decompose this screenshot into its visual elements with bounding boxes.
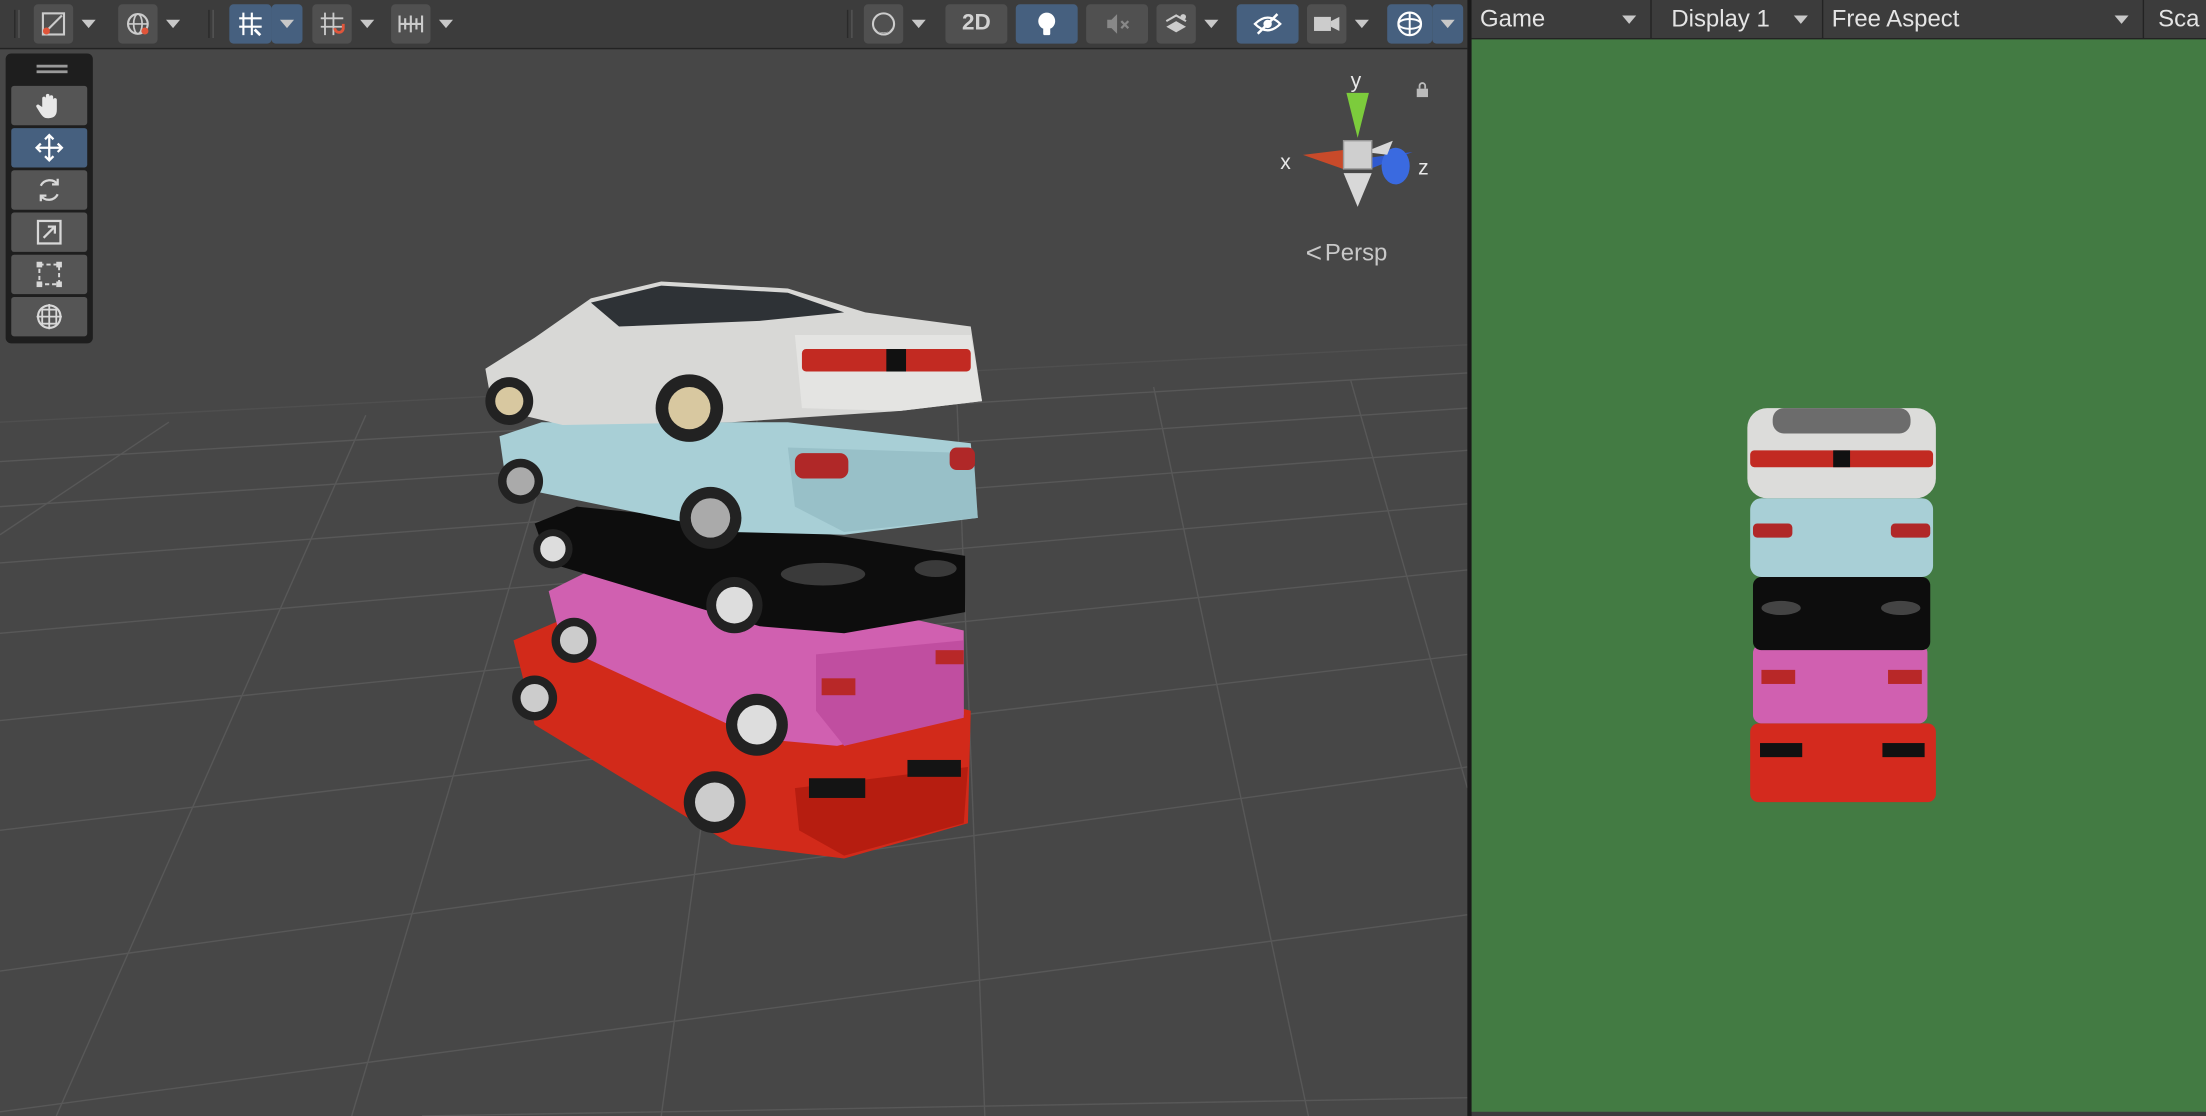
panel-grip[interactable] [36,64,68,68]
game-render-area[interactable] [1471,39,2206,1112]
scene-view-icon[interactable] [33,4,74,44]
camera-icon[interactable] [1307,4,1347,44]
chevron-down-icon[interactable] [158,4,189,43]
game-blue-car [1750,498,1934,577]
global-icon[interactable] [118,4,158,44]
audio-mute-icon[interactable] [1086,4,1149,44]
toolbar-separator [208,9,214,38]
chevron-down-icon [2114,15,2129,24]
game-black-car [1752,576,1931,651]
move-tool-button[interactable] [11,128,88,168]
aspect-select[interactable]: Free Aspect [1823,0,2145,38]
chevron-down-icon[interactable] [352,4,383,43]
increment-snap-dropdown[interactable] [312,4,383,44]
projection-label: Persp [1324,239,1388,266]
game-view-select[interactable]: Game [1472,0,1652,38]
rotate-tool-button[interactable] [11,170,88,210]
increment-snap-icon[interactable] [312,4,352,44]
camera-dropdown[interactable] [1307,4,1377,44]
tools-panel [5,53,93,344]
gizmo-z-label: z [1418,156,1429,181]
scale-icon [36,219,62,245]
move-icon [34,133,64,163]
toggle-2d-button[interactable]: 2D [945,4,1008,44]
game-view: Game Display 1 Free Aspect Sca [1471,0,2206,1116]
toolbar-separator [14,9,20,38]
game-pink-car [1752,644,1928,724]
global-dropdown[interactable] [118,4,189,44]
aspect-label: Free Aspect [1831,4,1960,32]
gizmo-x-label: x [1280,150,1291,175]
rect-icon [36,261,62,288]
scale-label: Sca [2158,4,2200,32]
display-label: Display 1 [1671,4,1770,32]
game-white-car [1747,408,1936,499]
scene-view-dropdown[interactable] [33,4,104,44]
y-axis-cone[interactable] [1346,92,1369,138]
chevron-down-icon[interactable] [431,4,462,43]
gizmo-center-cube[interactable] [1342,140,1373,170]
effects-icon[interactable] [1156,4,1196,44]
chevron-down-icon[interactable] [1346,4,1377,43]
chevron-down-icon[interactable] [903,4,934,43]
chevron-down-icon[interactable] [271,4,303,44]
x-axis-cone[interactable] [1302,144,1347,170]
gizmos-dropdown[interactable] [1387,4,1464,44]
chevron-down-icon [1622,15,1637,24]
transform-icon [36,303,62,330]
projection-toggle[interactable]: < Persp [1306,239,1388,267]
scale-tool-button[interactable] [11,212,88,252]
rotate-icon [39,178,59,202]
rect-tool-button[interactable] [11,254,88,295]
game-render-image [1747,408,1936,803]
chevron-down-icon[interactable] [1432,4,1464,44]
scale-slider[interactable]: Sca [2150,0,2206,38]
panel-grip[interactable] [36,70,68,74]
ruler-dropdown[interactable] [391,4,462,44]
chevron-down-icon [1793,15,1808,24]
lock-icon[interactable] [1415,82,1429,99]
scene-toolbar: 2D [0,0,1468,50]
lighting-icon[interactable] [1015,4,1078,44]
effects-dropdown[interactable] [1156,4,1227,44]
game-red-car [1750,723,1936,803]
toolbar-separator [846,9,853,38]
hand-tool-button[interactable] [11,85,88,126]
chevron-down-icon[interactable] [73,4,104,43]
scene-viewport[interactable] [0,0,1468,1116]
draw-mode-dropdown[interactable] [863,4,934,44]
gizmo-y-label: y [1350,68,1362,93]
ruler-icon[interactable] [391,4,431,44]
hand-icon [36,93,57,119]
perspective-icon: < [1305,237,1323,269]
draw-mode-icon[interactable] [863,4,904,44]
game-tab-label: Game [1480,4,1546,32]
grid-snap-dropdown[interactable] [229,4,303,44]
scene-view[interactable]: 2D y x z < Persp [0,0,1468,1116]
gizmos-icon[interactable] [1387,4,1433,44]
transform-tool-button[interactable] [11,296,88,337]
grid-snap-icon[interactable] [229,4,272,44]
chevron-down-icon[interactable] [1196,4,1227,43]
display-select[interactable]: Display 1 [1663,0,1824,38]
visibility-icon[interactable] [1236,4,1299,44]
game-toolbar: Game Display 1 Free Aspect Sca [1471,0,2206,40]
